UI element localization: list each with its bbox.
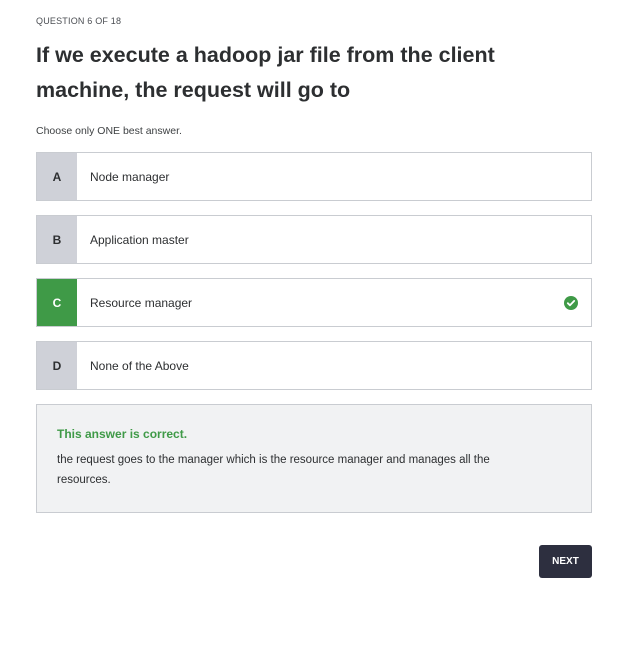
option-label: Application master bbox=[90, 232, 189, 247]
feedback-title: This answer is correct. bbox=[57, 427, 188, 441]
check-circle-icon bbox=[551, 279, 591, 326]
option-label: Resource manager bbox=[90, 295, 193, 310]
answer-options: A Node manager B Application master C Re… bbox=[36, 152, 592, 390]
option-label: Node manager bbox=[90, 169, 170, 184]
answer-option-a[interactable]: A Node manager bbox=[36, 152, 592, 201]
option-letter: A bbox=[37, 153, 77, 200]
feedback-panel: This answer is correct. the request goes… bbox=[36, 404, 592, 513]
feedback-explanation: the request goes to the manager which is… bbox=[57, 454, 490, 486]
answer-option-b[interactable]: B Application master bbox=[36, 215, 592, 264]
next-button[interactable]: NEXT bbox=[539, 545, 592, 578]
quiz-container: QUESTION 6 OF 18 If we execute a hadoop … bbox=[36, 0, 592, 513]
option-letter: C bbox=[37, 279, 77, 326]
answer-option-d[interactable]: D None of the Above bbox=[36, 341, 592, 390]
question-counter: QUESTION 6 OF 18 bbox=[36, 16, 122, 26]
question-instruction: Choose only ONE best answer. bbox=[36, 125, 182, 137]
option-letter: B bbox=[37, 216, 77, 263]
question-text: If we execute a hadoop jar file from the… bbox=[36, 43, 495, 102]
option-label: None of the Above bbox=[90, 358, 189, 373]
answer-option-c[interactable]: C Resource manager bbox=[36, 278, 592, 327]
option-letter: D bbox=[37, 342, 77, 389]
